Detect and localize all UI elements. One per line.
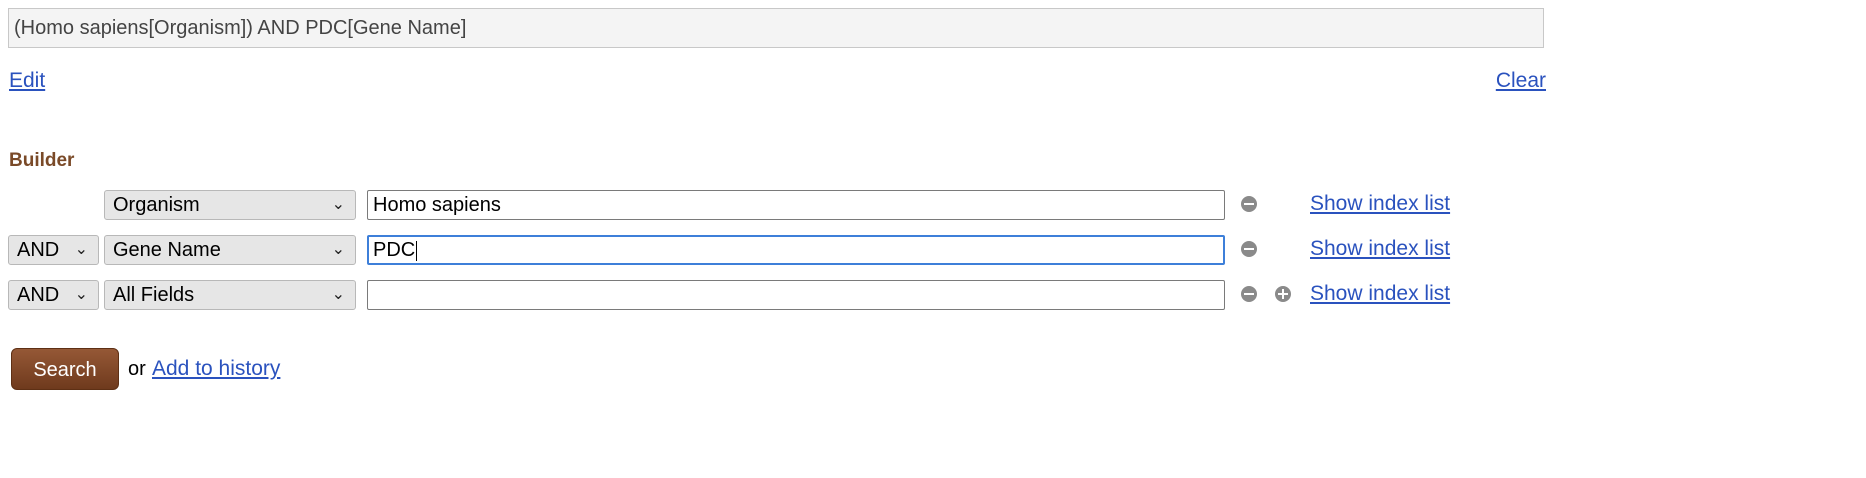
- field-select[interactable]: Organism ⌄: [104, 190, 356, 220]
- operator-select[interactable]: AND ⌄: [8, 235, 99, 265]
- plus-circle-icon[interactable]: [1275, 286, 1291, 302]
- field-select[interactable]: All Fields ⌄: [104, 280, 356, 310]
- term-input-value: PDC: [373, 239, 416, 261]
- term-input[interactable]: Homo sapiens: [367, 190, 1225, 220]
- show-index-list-link[interactable]: Show index list: [1310, 237, 1450, 261]
- minus-circle-icon[interactable]: [1241, 286, 1257, 302]
- operator-select-value: AND: [17, 239, 60, 261]
- edit-link[interactable]: Edit: [9, 69, 45, 93]
- add-to-history-link[interactable]: Add to history: [152, 357, 280, 381]
- show-index-list-link[interactable]: Show index list: [1310, 282, 1450, 306]
- minus-circle-icon[interactable]: [1241, 241, 1257, 257]
- query-box[interactable]: (Homo sapiens[Organism]) AND PDC[Gene Na…: [8, 8, 1544, 48]
- term-input[interactable]: [367, 280, 1225, 310]
- chevron-down-icon: ⌄: [74, 286, 88, 303]
- field-select-value: All Fields: [113, 284, 195, 306]
- operator-select[interactable]: AND ⌄: [8, 280, 99, 310]
- chevron-down-icon: ⌄: [331, 241, 345, 258]
- chevron-down-icon: ⌄: [331, 286, 345, 303]
- field-select-value: Organism: [113, 194, 200, 216]
- term-input-value: Homo sapiens: [373, 194, 501, 216]
- term-input[interactable]: PDC: [367, 235, 1225, 265]
- builder-label: Builder: [9, 150, 75, 171]
- field-select-value: Gene Name: [113, 239, 221, 261]
- text-caret: [416, 240, 418, 261]
- or-text: or: [128, 358, 146, 380]
- field-select[interactable]: Gene Name ⌄: [104, 235, 356, 265]
- search-button[interactable]: Search: [11, 348, 119, 390]
- minus-circle-icon[interactable]: [1241, 196, 1257, 212]
- show-index-list-link[interactable]: Show index list: [1310, 192, 1450, 216]
- operator-select-value: AND: [17, 284, 60, 306]
- chevron-down-icon: ⌄: [74, 241, 88, 258]
- chevron-down-icon: ⌄: [331, 196, 345, 213]
- clear-link[interactable]: Clear: [1496, 69, 1546, 93]
